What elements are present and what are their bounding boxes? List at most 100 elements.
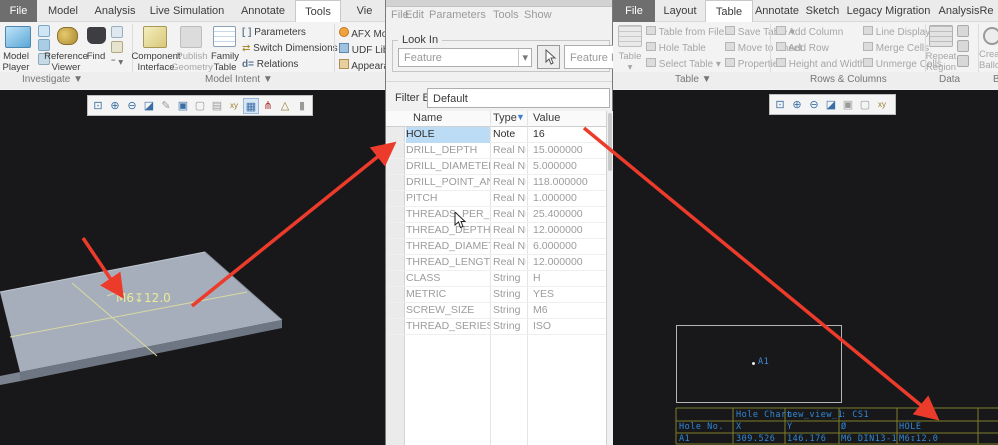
reference-viewer-icon[interactable] [57,27,78,45]
parameter-name-cell[interactable]: DRILL_DEPTH [406,144,490,156]
erase-region-icon[interactable] [957,40,969,52]
repeat-region-icon[interactable] [929,25,953,47]
parameter-type-cell[interactable]: Real Nu... [493,160,526,172]
parameter-name-cell[interactable]: METRIC [406,288,490,300]
parameter-row[interactable]: CLASSStringH [386,271,606,287]
table-button-label[interactable]: Table▾ [614,51,646,73]
parameter-type-cell[interactable]: Real Nu... [493,176,526,188]
group-model-intent[interactable]: Model Intent ▼ [205,74,273,85]
spin-center-icon[interactable]: ⋔ [260,98,276,114]
switch-dimensions-button[interactable]: ⇄ Switch Dimensions [242,43,338,54]
perspective-icon[interactable]: ▮ [294,98,310,114]
parameter-type-cell[interactable]: String [493,320,526,332]
parameter-type-cell[interactable]: String [493,288,526,300]
parameters-button[interactable]: [ ] Parameters [242,27,306,38]
parameter-row[interactable]: METRICStringYES [386,287,606,303]
parameter-name-cell[interactable]: CLASS [406,272,490,284]
group-table[interactable]: Table ▼ [675,74,712,85]
left-graphics-area[interactable]: ⊡ ⊕ ⊖ ◪ ✎ ▣ ▢ ▤ xy ▦ ⋔ △ ▮ M6↧12.0 [0,90,385,445]
display-style-icon[interactable] [38,39,50,51]
parameter-value-cell[interactable]: 1.000000 [533,192,603,204]
menu-tools[interactable]: Tools [493,9,519,21]
parameter-row[interactable]: HOLENote16 [386,127,606,143]
tab-analysis[interactable]: Analysis [89,0,141,22]
model-player-label[interactable]: ModelPlayer [0,51,36,73]
parameter-value-cell[interactable]: 15.000000 [533,144,603,156]
tab-annotate[interactable]: Annotate [232,0,294,22]
selection-textbox[interactable]: Feature HOLE [564,45,616,69]
parameter-type-cell[interactable]: Real Nu... [493,192,526,204]
parameter-name-cell[interactable]: THREADS_PER_INCH [406,208,490,220]
parameter-row[interactable]: PITCHReal Nu... 1.000000 [386,191,606,207]
parameter-row[interactable]: THREAD_LENGTHReal Nu...12.000000 [386,255,606,271]
repaint-icon[interactable]: ◪ [141,98,157,114]
parameter-name-cell[interactable]: THREAD_SERIES [406,320,490,332]
geometry-checks-icon[interactable] [111,26,123,38]
col-header-value[interactable]: Value [533,112,560,124]
parameter-row[interactable]: DRILL_POINT_ANGLEReal Nu... 118.000000 [386,175,606,191]
3d-plate-model[interactable] [0,90,385,445]
find-icon[interactable] [87,27,106,44]
parameter-row[interactable]: THREAD_SERIESString ISO [386,319,606,335]
parameter-value-cell[interactable]: 6.000000 [533,240,603,252]
dialog-titlebar[interactable] [386,0,612,7]
family-table-icon[interactable] [213,26,236,47]
parameter-row[interactable]: THREAD_DIAMETERReal Nu... 6.000000 [386,239,606,255]
datum-display-icon[interactable]: xy [226,98,242,114]
tab-view[interactable]: Vie [344,0,385,22]
right-graphics-area[interactable]: ⊡ ⊕ ⊖ ◪ ▣ ▢ xy A1 [613,90,998,445]
zoom-in-icon[interactable]: ⊕ [107,98,123,114]
mesh-icon[interactable] [111,41,123,53]
parameter-row[interactable]: THREADS_PER_INCHReal Nu... 25.400000 [386,207,606,223]
menu-edit[interactable]: Edit [405,9,424,21]
parameter-value-cell[interactable]: 16 [533,128,603,140]
parameter-type-cell[interactable]: Real Nu... [493,240,526,252]
tab-file[interactable]: File [613,0,655,22]
tab-model[interactable]: Model [40,0,86,22]
parameter-value-cell[interactable]: 5.000000 [533,160,603,172]
publish-geometry-icon[interactable] [180,26,202,48]
parameter-value-cell[interactable]: ISO [533,320,603,332]
parameter-name-cell[interactable]: DRILL_DIAMETER [406,160,490,172]
look-in-combobox[interactable]: Feature ▾ [398,48,532,67]
model-player-icon[interactable] [5,26,31,48]
select-items-button[interactable] [537,45,560,69]
switch-symbols-icon[interactable] [957,55,969,67]
parameter-value-cell[interactable]: 25.400000 [533,208,603,220]
parameter-value-cell[interactable]: 12.000000 [533,224,603,236]
tab-table[interactable]: Table [705,0,753,22]
parameter-name-cell[interactable]: THREAD_DIAMETER [406,240,490,252]
tab-tools[interactable]: Tools [295,0,341,22]
tab-file[interactable]: File [0,0,37,22]
sim-display-icon[interactable]: △ [277,98,293,114]
parameter-name-cell[interactable]: DRILL_POINT_ANGLE [406,176,490,188]
parameter-name-cell[interactable]: PITCH [406,192,490,204]
table-scrollbar[interactable] [606,111,613,445]
create-balloon-label[interactable]: CreaBalloo [979,49,998,71]
create-balloon-icon[interactable] [983,27,998,45]
parameter-row[interactable]: SCREW_SIZEStringM6 [386,303,606,319]
table-button-icon[interactable] [618,25,642,47]
tab-legacy-migration[interactable]: Legacy Migration [846,0,931,22]
tab-sketch[interactable]: Sketch [801,0,844,22]
parameter-type-cell[interactable]: Real Nu... [493,256,526,268]
parameter-type-cell[interactable]: Real Nu... [493,208,526,220]
capture-icon[interactable]: ▤ [209,98,225,114]
parameter-value-cell[interactable]: H [533,272,603,284]
col-header-name[interactable]: Name [413,112,442,124]
component-interface-icon[interactable] [143,26,167,48]
zoom-out-icon[interactable]: ⊖ [124,98,140,114]
tab-layout[interactable]: Layout [658,0,702,22]
render-style-icon[interactable]: ✎ [158,98,174,114]
relations-button[interactable]: d= Relations [242,59,298,70]
annotation-display-icon[interactable]: ▦ [243,98,259,114]
family-table-label[interactable]: FamilyTable [208,51,242,73]
menu-show[interactable]: Show [524,9,552,21]
parameter-value-cell[interactable]: 12.000000 [533,256,603,268]
type-filter-icon[interactable]: ▼ [516,112,525,122]
parameter-value-cell[interactable]: 118.000000 [533,176,603,188]
layer-icon[interactable] [38,25,50,37]
refit-icon[interactable]: ⊡ [90,98,106,114]
tab-analysis-results[interactable]: AnalysisRe [934,0,998,22]
group-investigate[interactable]: Investigate ▼ [22,74,83,85]
